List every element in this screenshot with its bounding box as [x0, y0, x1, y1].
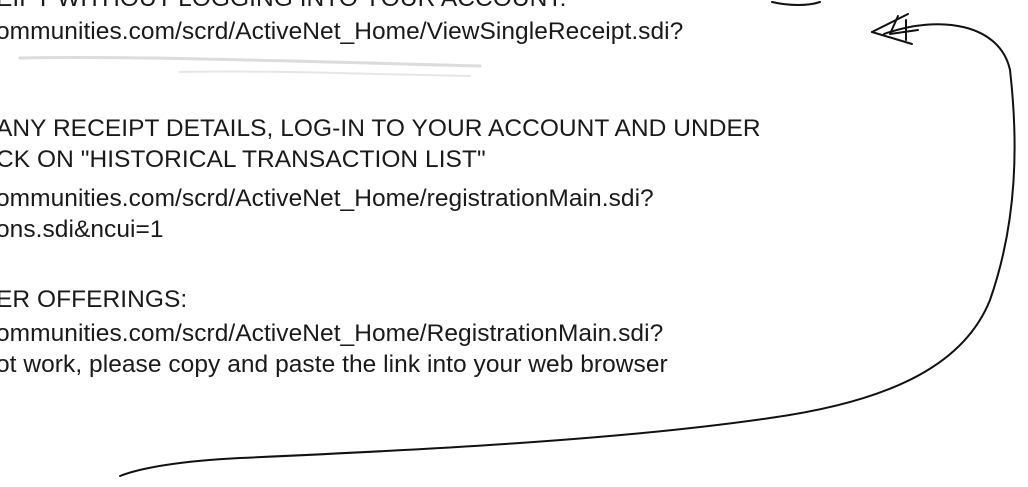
text-line-registration-url: ommunities.com/scrd/ActiveNet_Home/regis…: [0, 185, 654, 212]
text-line-copy-paste-note: ot work, please copy and paste the link …: [0, 351, 668, 378]
text-line-receipt-heading: EIPT WITHOUT LOGGING INTO YOUR ACCOUNT:: [0, 0, 567, 13]
scanned-document-page: EIPT WITHOUT LOGGING INTO YOUR ACCOUNT: …: [0, 0, 1028, 487]
text-line-receipt-details-instruction: ANY RECEIPT DETAILS, LOG-IN TO YOUR ACCO…: [0, 115, 761, 142]
text-line-historical-transaction-list: CK ON "HISTORICAL TRANSACTION LIST": [0, 146, 486, 173]
text-line-offerings-url: ommunities.com/scrd/ActiveNet_Home/Regis…: [0, 320, 664, 347]
text-line-receipt-url: ommunities.com/scrd/ActiveNet_Home/ViewS…: [0, 18, 684, 45]
text-line-offerings-heading: ER OFFERINGS:: [0, 286, 188, 313]
text-line-registration-url-cont: ons.sdi&ncui=1: [0, 216, 164, 243]
